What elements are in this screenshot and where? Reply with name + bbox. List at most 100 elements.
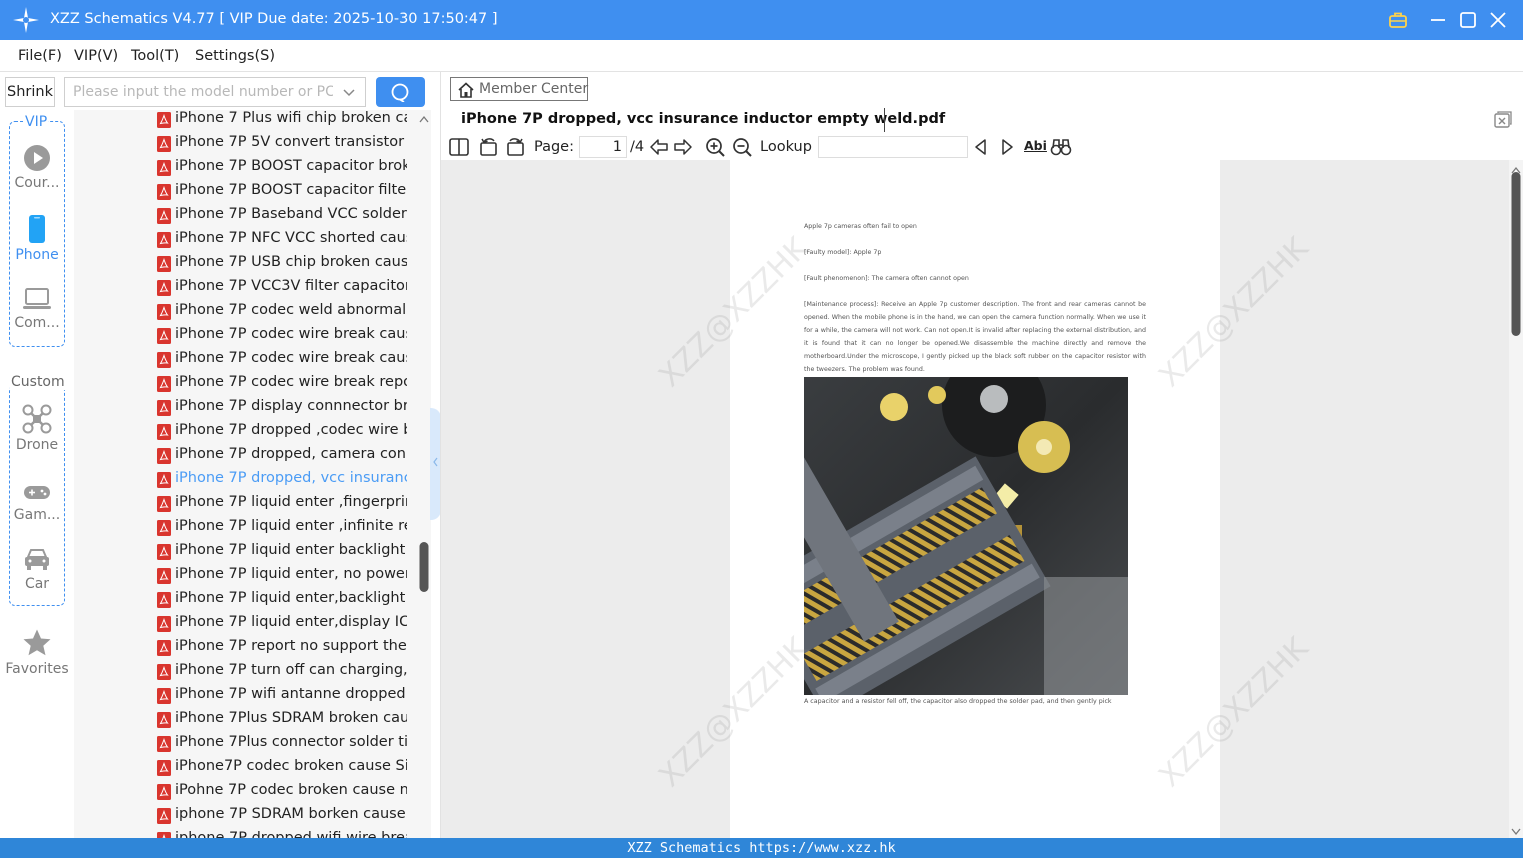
sidebar-item-phone[interactable]: Phone — [0, 214, 74, 263]
file-name: iPhone 7 Plus wifi chip broken cau — [175, 110, 407, 126]
lookup-label: Lookup — [760, 139, 812, 155]
find-next-icon[interactable] — [997, 136, 1017, 158]
sidebar-item-computer[interactable]: Com... — [0, 286, 74, 331]
sidebar-item-courses[interactable]: Cour... — [0, 144, 74, 191]
photo-caption: A capacitor and a resistor fell off, the… — [804, 698, 1112, 705]
file-list-item[interactable]: iPhone 7P liquid enter,backlight b — [157, 590, 407, 614]
menu-settings[interactable]: Settings(S) — [195, 48, 275, 64]
shrink-button[interactable]: Shrink — [5, 77, 55, 107]
pdf-file-icon — [157, 472, 171, 488]
category-sidebar: VIP Cour... Phone Com... Custom Drone Ga… — [0, 110, 74, 838]
zoom-out-icon[interactable] — [731, 136, 753, 158]
chevron-down-icon[interactable] — [341, 84, 357, 100]
file-list-item[interactable]: iPhone 7P report no support the d — [157, 638, 407, 662]
file-list-panel: iPhone 7 Plus wifi chip broken cau iPhone… — [74, 110, 431, 838]
file-list-item[interactable]: iPhone7P codec broken cause Siri — [157, 758, 407, 782]
window-title: XZZ Schematics V4.77 [ VIP Due date: 202… — [50, 11, 498, 27]
sidebar-item-game[interactable]: Gam... — [0, 482, 74, 523]
file-list-item[interactable]: iPhone 7P liquid enter ,infinite rest — [157, 518, 407, 542]
file-list-item[interactable]: iPhone 7P display connnector brol — [157, 398, 407, 422]
search-button[interactable] — [376, 77, 425, 107]
file-list-item[interactable]: iPhone 7P BOOST capacitor broken — [157, 158, 407, 182]
file-name: iPhone 7Plus SDRAM broken caus — [175, 710, 407, 726]
file-name: iPhone 7P 5V convert transistor bro — [175, 134, 407, 150]
sidebar-item-drone[interactable]: Drone — [0, 404, 74, 453]
file-list-item[interactable]: iPhone 7P 5V convert transistor bro — [157, 134, 407, 158]
search-bar: Shrink — [0, 72, 440, 112]
file-list-item[interactable]: iphone 7P SDRAM borken cause b — [157, 806, 407, 830]
sidebar-item-label: Phone — [15, 247, 59, 263]
file-list-item[interactable]: iPhone 7P Baseband VCC solder tin — [157, 206, 407, 230]
rotate-left-icon[interactable] — [478, 136, 500, 158]
menu-vip[interactable]: VIP(V) — [74, 48, 118, 64]
next-page-icon[interactable] — [672, 136, 694, 158]
file-list-item[interactable]: iPhone 7P dropped, camera conne — [157, 446, 407, 470]
file-list-item[interactable]: iPhone 7Plus connector solder tin — [157, 734, 407, 758]
toggle-sidebar-icon[interactable] — [448, 136, 470, 158]
file-list-item[interactable]: iPohne 7P codec broken cause no — [157, 782, 407, 806]
close-tab-icon[interactable] — [1493, 110, 1513, 130]
viewer-header: Member Center iPhone 7P dropped, vcc ins… — [441, 72, 1523, 160]
file-list-item[interactable]: iPhone 7P liquid enter backlight b — [157, 542, 407, 566]
drone-icon — [22, 404, 52, 434]
pdf-file-icon — [157, 448, 171, 464]
doc-line: [Fault phenomenon]: The camera often can… — [804, 275, 969, 282]
app-logo-icon — [13, 7, 39, 33]
file-name: iPhone 7P display connnector brol — [175, 398, 407, 414]
binoculars-icon[interactable] — [1050, 136, 1072, 158]
file-name: iPhone 7P NFC VCC shorted cause — [175, 230, 407, 246]
previous-page-icon[interactable] — [648, 136, 670, 158]
menu-file[interactable]: File(F) — [18, 48, 62, 64]
file-list-scrollbar[interactable] — [418, 110, 430, 838]
pdf-file-icon — [157, 280, 171, 296]
lookup-input[interactable] — [818, 136, 968, 158]
file-list-item[interactable]: iPhone 7P NFC VCC shorted cause — [157, 230, 407, 254]
pdf-file-icon — [157, 112, 171, 128]
sidebar-item-favorites[interactable]: Favorites — [0, 628, 74, 677]
find-previous-icon[interactable] — [971, 136, 991, 158]
circuit-board-photo — [804, 377, 1128, 695]
file-list-item[interactable]: iPhone 7P VCC3V filter capacitor b — [157, 278, 407, 302]
zoom-in-icon[interactable] — [704, 136, 726, 158]
file-name: iPhone 7P Baseband VCC solder tin — [175, 206, 407, 222]
pdf-viewer[interactable]: Apple 7p cameras often fail to open [Fau… — [441, 160, 1509, 838]
model-search-combobox[interactable] — [64, 77, 366, 107]
briefcase-icon[interactable] — [1386, 8, 1410, 32]
close-icon[interactable] — [1486, 8, 1510, 32]
rotate-right-icon[interactable] — [504, 136, 526, 158]
status-bar: XZZ Schematics https://www.xzz.hk — [0, 838, 1523, 858]
title-bar: XZZ Schematics V4.77 [ VIP Due date: 202… — [0, 0, 1523, 40]
file-name: iPhone 7P turn off can charging,bu — [175, 662, 407, 678]
file-list-item[interactable]: iphone 7P dropped wifi wire break — [157, 830, 407, 838]
file-list-item[interactable]: iPhone 7P codec wire break report — [157, 374, 407, 398]
sidebar-item-label: Gam... — [13, 507, 61, 523]
file-name: iPhone 7P dropped ,codec wire bre — [175, 422, 407, 438]
menu-tool[interactable]: Tool(T) — [131, 48, 179, 64]
file-list-item[interactable]: iPhone 7P liquid enter,display IC c — [157, 614, 407, 638]
minimize-icon[interactable] — [1426, 8, 1450, 32]
file-list-item[interactable]: iPhone 7P codec wire break cause — [157, 326, 407, 350]
document-tab[interactable]: iPhone 7P dropped, vcc insurance inducto… — [461, 111, 945, 127]
sidebar-item-car[interactable]: Car — [0, 547, 74, 592]
member-center-button[interactable]: Member Center — [450, 77, 588, 101]
maximize-icon[interactable] — [1456, 8, 1480, 32]
file-list-item[interactable]: iPhone 7P wifi antanne dropped ,c — [157, 686, 407, 710]
page-number-input[interactable] — [579, 136, 627, 158]
file-list-item[interactable]: iPhone 7P liquid enter, no powero — [157, 566, 407, 590]
viewer-scrollbar[interactable] — [1509, 160, 1523, 838]
file-name: iPhone 7P liquid enter ,infinite rest — [175, 518, 407, 534]
file-list-item[interactable]: iPhone 7P codec wire break cause — [157, 350, 407, 374]
file-list-item[interactable]: iPhone 7P codec weld abnormal,ca — [157, 302, 407, 326]
file-list-item[interactable]: iPhone 7Plus SDRAM broken caus — [157, 710, 407, 734]
match-case-icon[interactable]: Abi — [1024, 138, 1047, 153]
pdf-file-icon — [157, 712, 171, 728]
file-list-item[interactable]: iPhone 7P liquid enter ,fingerprint — [157, 494, 407, 518]
search-input[interactable] — [73, 82, 333, 102]
file-list-item[interactable]: iPhone 7P dropped, vcc insurance — [157, 470, 407, 494]
file-list-item[interactable]: iPhone 7P turn off can charging,bu — [157, 662, 407, 686]
file-list-item[interactable]: iPhone 7P USB chip broken cause — [157, 254, 407, 278]
pdf-file-icon — [157, 136, 171, 152]
file-list-item[interactable]: iPhone 7 Plus wifi chip broken cau — [157, 110, 407, 134]
file-list-item[interactable]: iPhone 7P BOOST capacitor filter b — [157, 182, 407, 206]
file-list-item[interactable]: iPhone 7P dropped ,codec wire bre — [157, 422, 407, 446]
